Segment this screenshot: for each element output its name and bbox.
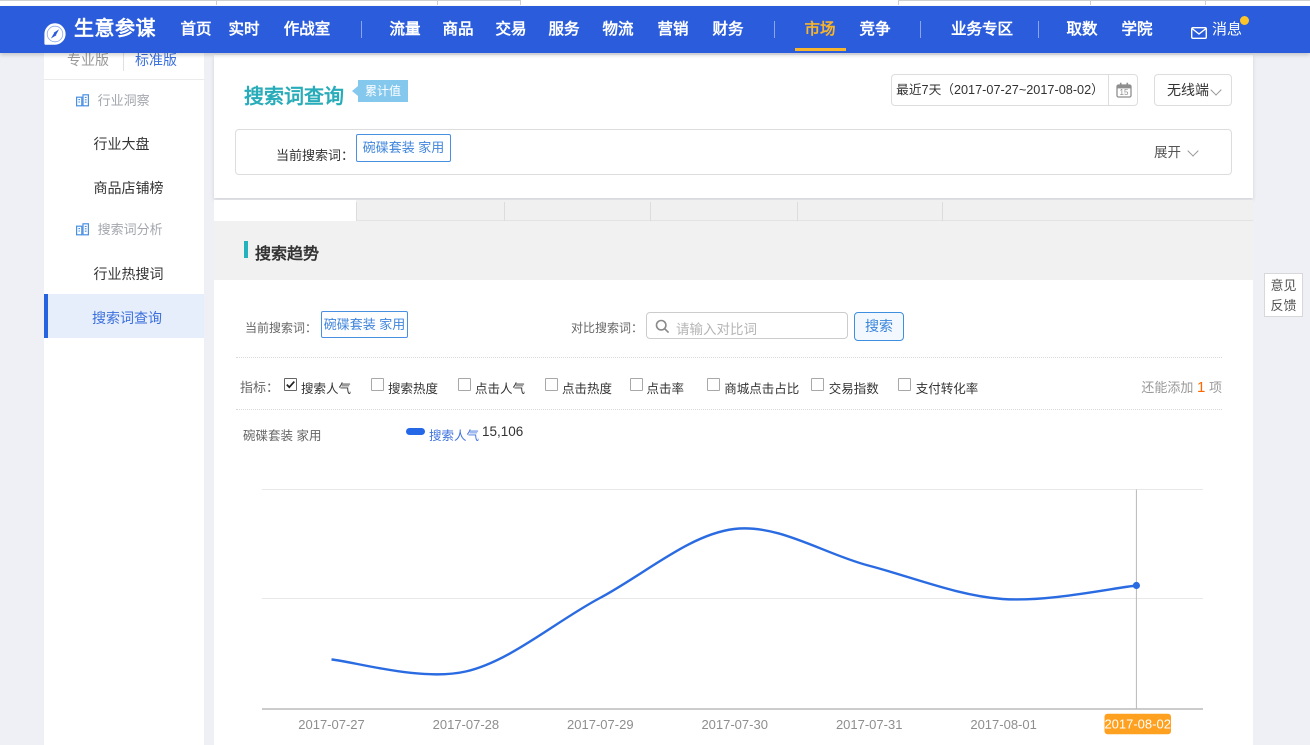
svg-text:2017-07-27: 2017-07-27 bbox=[298, 717, 365, 732]
svg-text:2017-07-29: 2017-07-29 bbox=[567, 717, 634, 732]
svg-text:2017-08-01: 2017-08-01 bbox=[970, 717, 1037, 732]
svg-text:2017-07-31: 2017-07-31 bbox=[836, 717, 903, 732]
svg-text:2017-07-30: 2017-07-30 bbox=[701, 717, 768, 732]
svg-text:2017-07-28: 2017-07-28 bbox=[433, 717, 500, 732]
svg-text:15: 15 bbox=[1120, 88, 1129, 97]
svg-text:2017-08-02: 2017-08-02 bbox=[1104, 717, 1171, 732]
